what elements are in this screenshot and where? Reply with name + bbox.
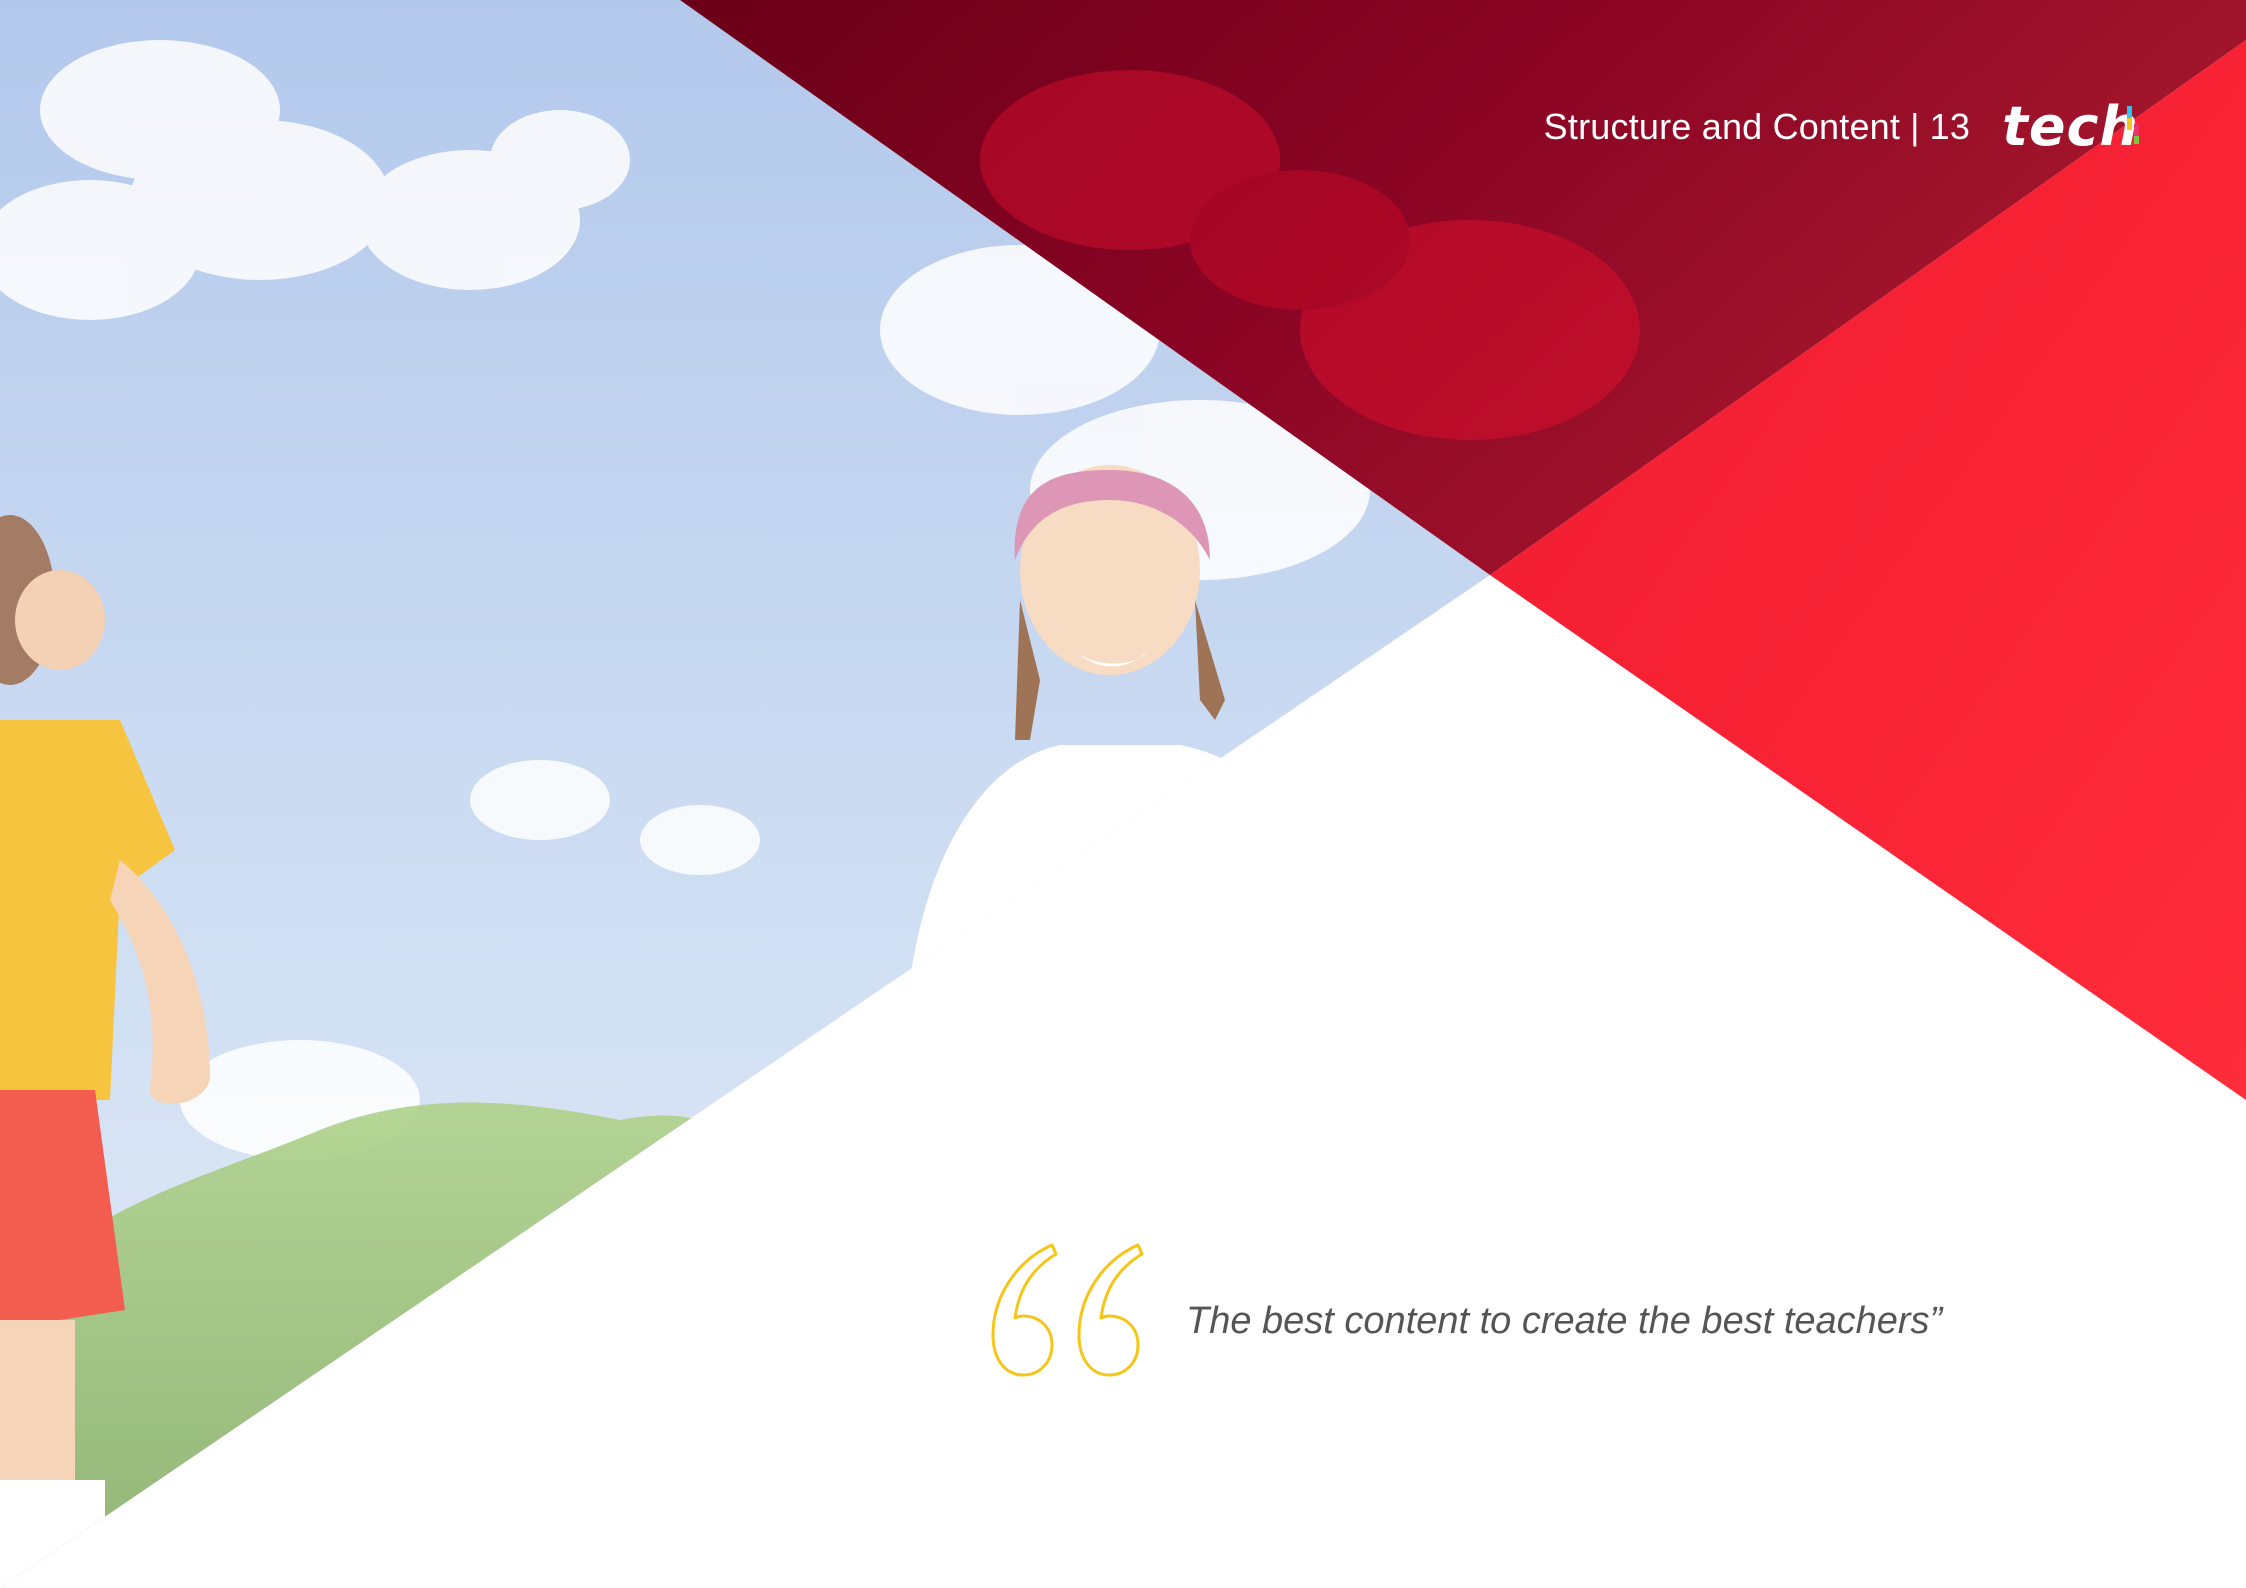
page-header: Structure and Content | 13 tech — [1544, 100, 2139, 154]
tech-logo: tech — [2002, 100, 2139, 154]
quote-mark-icon — [991, 1243, 1144, 1377]
header-separator: | — [1910, 106, 1920, 147]
logo-text: tech — [2002, 95, 2139, 158]
header-label: Structure and Content | 13 — [1544, 106, 1970, 148]
page-number: 13 — [1929, 106, 1971, 147]
page: Structure and Content | 13 tech The best… — [0, 0, 2246, 1588]
logo-color-accent-icon — [2127, 106, 2139, 144]
quote-text: The best content to create the best teac… — [1186, 1300, 1943, 1342]
quote-block: The best content to create the best teac… — [978, 1240, 2128, 1390]
section-title: Structure and Content — [1543, 106, 1901, 147]
